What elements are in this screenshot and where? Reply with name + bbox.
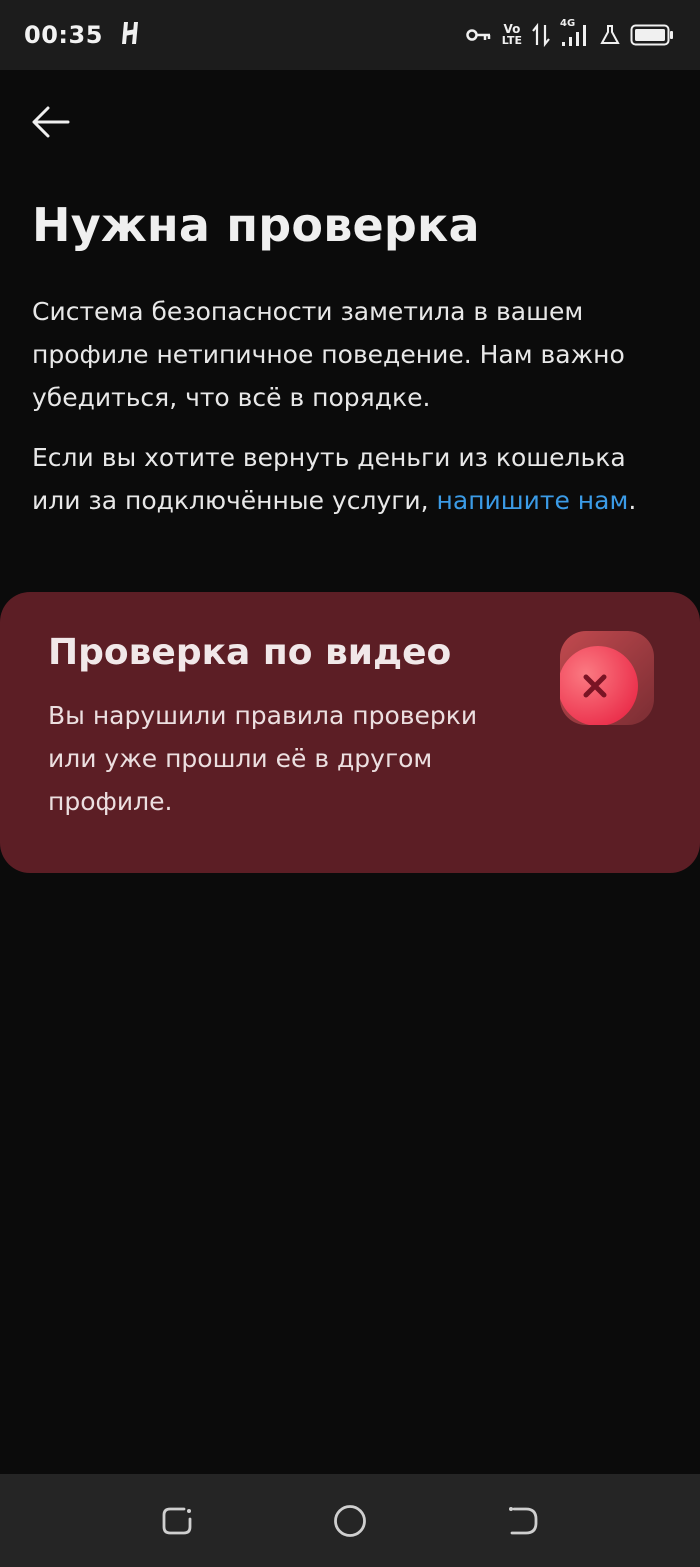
back-button[interactable]: [24, 96, 76, 148]
back-nav-icon: [509, 1506, 538, 1534]
page-title: Нужна проверка: [32, 198, 480, 252]
error-x-icon: [558, 631, 654, 726]
battery-icon: [630, 24, 674, 46]
home-icon: [334, 1504, 366, 1537]
recents-button[interactable]: [147, 1491, 207, 1551]
recents-icon: [162, 1507, 192, 1534]
video-verification-card[interactable]: Проверка по видео Вы нарушили правила пр…: [0, 592, 700, 873]
home-button[interactable]: [320, 1491, 380, 1551]
refund-text: Если вы хотите вернуть деньги из кошельк…: [32, 443, 637, 515]
card-title: Проверка по видео: [48, 632, 452, 673]
volte-icon: Vo LTE: [501, 22, 522, 47]
lab-icon: [600, 24, 620, 46]
data-arrows-icon: [532, 23, 550, 47]
description-text: Система безопасности заметила в вашем пр…: [32, 297, 625, 412]
write-to-us-link[interactable]: напишите нам: [437, 486, 629, 515]
arrow-left-icon: [32, 106, 70, 138]
navigation-bar: [0, 1474, 700, 1567]
signal-icon: 4G: [560, 18, 590, 48]
back-nav-button[interactable]: [493, 1491, 553, 1551]
h-app-icon: [119, 19, 143, 51]
status-time: 00:35: [24, 21, 103, 49]
status-bar: 00:35 Vo LTE 4G: [0, 0, 700, 70]
vpn-key-icon: [466, 27, 492, 43]
card-text: Вы нарушили правила проверки или уже про…: [48, 701, 478, 816]
